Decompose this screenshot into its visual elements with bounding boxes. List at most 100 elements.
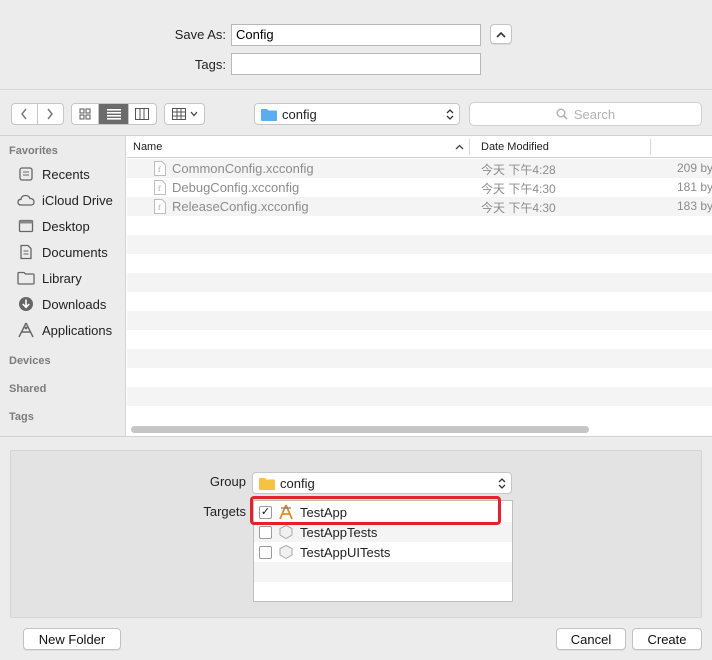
save-as-input[interactable]: Config bbox=[231, 24, 481, 46]
file-size: 181 by bbox=[677, 180, 712, 194]
list-icon bbox=[106, 109, 121, 120]
target-name: TestAppTests bbox=[300, 524, 378, 540]
documents-icon bbox=[17, 243, 35, 261]
column-divider[interactable] bbox=[469, 139, 470, 155]
chevron-up-icon bbox=[496, 31, 506, 38]
empty-row bbox=[127, 254, 712, 273]
save-as-label: Save As: bbox=[174, 27, 226, 42]
search-field[interactable]: Search bbox=[469, 102, 702, 126]
annotation-highlight-box bbox=[250, 496, 501, 525]
name-column-header[interactable]: Name bbox=[133, 141, 162, 153]
file-date: 今天 下午4:30 bbox=[481, 182, 556, 196]
search-placeholder: Search bbox=[573, 106, 616, 122]
empty-row bbox=[254, 562, 512, 582]
target-checkbox[interactable] bbox=[259, 545, 272, 559]
sidebar-item-label: Desktop bbox=[42, 218, 90, 234]
empty-row bbox=[127, 311, 712, 330]
toolbar-separator bbox=[0, 89, 712, 90]
column-header: Name Date Modified bbox=[127, 136, 712, 158]
file-date: 今天 下午4:28 bbox=[481, 163, 556, 177]
target-checkbox[interactable] bbox=[259, 525, 272, 539]
file-size: 209 by bbox=[677, 161, 712, 175]
empty-row bbox=[127, 235, 712, 254]
sidebar-item-documents[interactable]: Documents bbox=[17, 241, 108, 263]
date-modified-column-header[interactable]: Date Modified bbox=[481, 141, 549, 153]
sidebar-item-downloads[interactable]: Downloads bbox=[17, 293, 106, 315]
test-target-icon bbox=[279, 544, 293, 560]
recents-icon bbox=[17, 165, 35, 183]
empty-row bbox=[127, 406, 712, 425]
empty-row bbox=[127, 368, 712, 387]
folder-icon bbox=[17, 269, 35, 287]
arrange-control[interactable] bbox=[164, 103, 205, 125]
chevron-down-icon bbox=[190, 111, 197, 117]
new-folder-button[interactable]: New Folder bbox=[23, 628, 121, 650]
list-view-button[interactable] bbox=[99, 104, 129, 124]
tags-input[interactable] bbox=[231, 53, 481, 75]
sort-ascending-icon bbox=[455, 144, 464, 150]
targets-label: Targets bbox=[203, 504, 246, 519]
updown-arrows-icon bbox=[446, 109, 454, 120]
target-name: TestAppUITests bbox=[300, 544, 391, 560]
column-divider[interactable] bbox=[650, 139, 651, 155]
column-view-button[interactable] bbox=[129, 104, 156, 124]
sidebar-item-recents[interactable]: Recents bbox=[17, 163, 90, 185]
empty-row bbox=[127, 330, 712, 349]
devices-header: Devices bbox=[9, 355, 51, 367]
sidebar: Favorites Recents iCloud Drive Desktop D… bbox=[0, 136, 126, 436]
location-label: config bbox=[282, 106, 317, 122]
sidebar-item-desktop[interactable]: Desktop bbox=[17, 215, 90, 237]
tags-header: Tags bbox=[9, 411, 34, 423]
desktop-icon bbox=[17, 217, 35, 235]
chevron-right-icon bbox=[47, 108, 54, 120]
collapse-button[interactable] bbox=[490, 24, 512, 44]
horizontal-scrollbar[interactable] bbox=[131, 426, 589, 433]
target-row-testapptests[interactable]: TestAppTests bbox=[254, 522, 512, 542]
folder-icon bbox=[259, 477, 275, 490]
tags-label: Tags: bbox=[194, 57, 226, 72]
file-name: CommonConfig.xcconfig bbox=[172, 161, 314, 176]
cancel-button[interactable]: Cancel bbox=[556, 628, 626, 650]
empty-row bbox=[127, 387, 712, 406]
empty-row bbox=[127, 349, 712, 368]
create-button[interactable]: Create bbox=[632, 628, 702, 650]
list-item[interactable]: f DebugConfig.xcconfig 今天 下午4:30 181 by bbox=[127, 178, 712, 197]
file-name: ReleaseConfig.xcconfig bbox=[172, 199, 309, 214]
downloads-icon bbox=[17, 295, 35, 313]
folder-icon bbox=[261, 108, 277, 121]
updown-arrows-icon bbox=[498, 478, 506, 489]
file-date: 今天 下午4:30 bbox=[481, 201, 556, 215]
file-size: 183 by bbox=[677, 199, 712, 213]
cloud-icon bbox=[17, 191, 35, 209]
file-list: f CommonConfig.xcconfig 今天 下午4:28 209 by… bbox=[127, 159, 712, 429]
icon-view-button[interactable] bbox=[72, 104, 100, 124]
group-popup[interactable]: config bbox=[252, 472, 512, 494]
empty-row bbox=[127, 216, 712, 235]
sidebar-item-library[interactable]: Library bbox=[17, 267, 82, 289]
sidebar-item-label: Downloads bbox=[42, 296, 107, 312]
list-item[interactable]: f CommonConfig.xcconfig 今天 下午4:28 209 by bbox=[127, 159, 712, 178]
list-item[interactable]: f ReleaseConfig.xcconfig 今天 下午4:30 183 b… bbox=[127, 197, 712, 216]
sidebar-item-label: Applications bbox=[42, 322, 113, 338]
back-button[interactable] bbox=[12, 104, 38, 124]
sidebar-item-icloud-drive[interactable]: iCloud Drive bbox=[17, 189, 113, 211]
favorites-header: Favorites bbox=[9, 145, 58, 157]
arrange-grid-icon bbox=[171, 108, 186, 120]
group-value: config bbox=[280, 475, 315, 491]
sidebar-item-applications[interactable]: Applications bbox=[17, 319, 112, 341]
columns-icon bbox=[135, 108, 150, 120]
empty-row bbox=[127, 292, 712, 311]
back-forward-control bbox=[11, 103, 64, 125]
file-browser: Favorites Recents iCloud Drive Desktop D… bbox=[0, 135, 712, 437]
forward-button[interactable] bbox=[38, 104, 63, 124]
target-row-testappuitests[interactable]: TestAppUITests bbox=[254, 542, 512, 562]
grid-icon bbox=[79, 108, 91, 120]
applications-icon bbox=[17, 321, 35, 339]
file-icon: f bbox=[154, 180, 166, 195]
sidebar-item-label: iCloud Drive bbox=[42, 192, 113, 208]
sidebar-item-label: Library bbox=[42, 270, 82, 286]
file-icon: f bbox=[154, 199, 166, 214]
file-name: DebugConfig.xcconfig bbox=[172, 180, 300, 195]
sidebar-item-label: Recents bbox=[42, 166, 90, 182]
location-popup[interactable]: config bbox=[254, 103, 460, 125]
